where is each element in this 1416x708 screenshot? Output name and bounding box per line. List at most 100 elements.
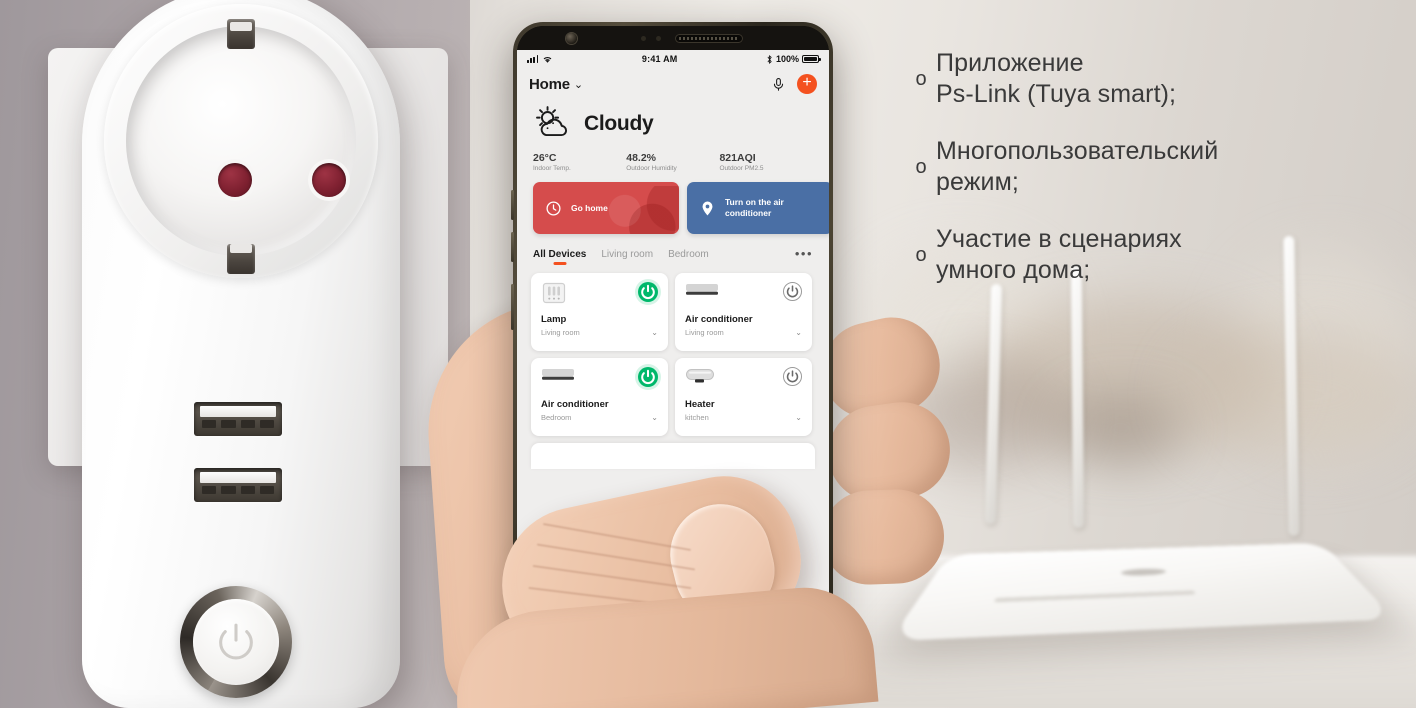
device-grid: Lamp Living room ⌄ Air conditioner Livin… (531, 273, 815, 436)
status-bar: 9:41 AM 100% (517, 50, 829, 68)
bullet-marker: o (915, 156, 927, 178)
device-card-air-conditioner-living-room[interactable]: Air conditioner Living room ⌄ (675, 273, 812, 351)
weather-stat-caption: Outdoor PM2.5 (719, 165, 764, 172)
earth-contact-clip (227, 244, 255, 274)
chevron-down-icon[interactable]: ⌄ (795, 328, 802, 337)
usb-port-contacts (202, 420, 274, 428)
device-power-toggle-on[interactable] (638, 367, 658, 387)
home-selector-label[interactable]: Home (529, 76, 570, 93)
phone-volume-up-button[interactable] (511, 190, 514, 220)
heater-icon (685, 367, 715, 387)
add-device-button[interactable]: + (797, 74, 817, 94)
router-vent-slot (993, 590, 1196, 603)
phone-power-button[interactable] (511, 284, 514, 330)
tab-bedroom[interactable]: Bedroom (668, 249, 709, 265)
nav-item-home[interactable]: Home (518, 601, 621, 628)
weather-stat: 26°C Indoor Temp. (533, 152, 626, 172)
microphone-icon[interactable] (771, 77, 786, 92)
weather-stat-caption: Indoor Temp. (533, 165, 571, 172)
device-name: Lamp (541, 314, 567, 325)
socket-pin-hole (312, 163, 346, 197)
device-power-toggle-on[interactable] (638, 282, 658, 302)
power-icon (641, 369, 655, 385)
device-card-lamp[interactable]: Lamp Living room ⌄ (531, 273, 668, 351)
bullet-marker: o (915, 68, 927, 90)
tab-living-room[interactable]: Living room (601, 249, 653, 265)
weather-condition-label: Cloudy (584, 112, 654, 135)
bullet-item: o Участие в сценариях умного дома; (906, 224, 1376, 286)
bullet-item: o Многопользовательский режим; (906, 136, 1376, 198)
proximity-sensor-icon (641, 36, 646, 41)
plug-power-button[interactable] (180, 586, 292, 698)
device-card-footer: Bedroom ⌄ (541, 413, 658, 422)
chevron-down-icon[interactable]: ⌄ (574, 78, 583, 91)
front-camera-icon (566, 33, 577, 44)
smart-icon (666, 601, 679, 617)
device-room: Living room (685, 328, 724, 337)
ac-icon (541, 367, 575, 385)
scene-card-label: Turn on the air conditioner (725, 197, 784, 218)
phone-screen: 9:41 AM 100% Home ⌄ + Cloudy 26°C Indoor… (517, 50, 829, 634)
tab-all-devices[interactable]: All Devices (533, 249, 586, 265)
lg-logo-ring-icon (653, 648, 669, 664)
chevron-down-icon[interactable]: ⌄ (795, 413, 802, 422)
device-room: Living room (541, 328, 580, 337)
device-room: kitchen (685, 413, 709, 422)
status-bar-time: 9:41 AM (641, 54, 678, 64)
phone-volume-down-button[interactable] (511, 232, 514, 262)
device-name: Heater (685, 399, 715, 410)
device-tab-bar: All Devices Living room Bedroom ••• (517, 234, 829, 267)
device-card-heater[interactable]: Heater kitchen ⌄ (675, 358, 812, 436)
smartphone: 9:41 AM 100% Home ⌄ + Cloudy 26°C Indoor… (511, 22, 833, 682)
tab-overflow-icon[interactable]: ••• (795, 246, 813, 267)
phone-brand-label: LG (671, 647, 693, 664)
device-power-toggle-off[interactable] (783, 282, 802, 301)
scene-shortcuts-row: Go home Turn on the air conditioner (517, 182, 829, 234)
weather-stat-value: 48.2% (626, 152, 657, 164)
weather-stat-value: 821AQI (719, 152, 756, 164)
usb-port (194, 402, 282, 436)
device-power-toggle-off[interactable] (783, 367, 802, 386)
scene-card-turn-on-ac[interactable]: Turn on the air conditioner (687, 182, 829, 234)
bullet-item: o Приложение Ps-Link (Tuya smart); (906, 48, 1376, 110)
device-name: Air conditioner (541, 399, 609, 410)
location-pin-icon (699, 200, 716, 217)
scene-card-go-home[interactable]: Go home (533, 182, 679, 234)
scene-card-label: Go home (571, 202, 608, 213)
earth-contact-clip (227, 19, 255, 49)
weather-stat: 48.2% Outdoor Humidity (626, 152, 719, 172)
nav-label: Me (772, 620, 782, 628)
power-icon (786, 370, 799, 383)
device-card-partial[interactable] (531, 443, 815, 469)
battery-icon (802, 54, 821, 64)
chevron-down-icon[interactable]: ⌄ (651, 413, 658, 422)
status-bar-left (527, 55, 553, 64)
device-room: Bedroom (541, 413, 572, 422)
weather-summary: Cloudy (517, 96, 829, 146)
nav-label: Home (560, 620, 578, 628)
device-card-footer: kitchen ⌄ (685, 413, 802, 422)
power-icon (786, 285, 799, 298)
usb-port-tongue (200, 472, 276, 483)
device-card-footer: Living room ⌄ (685, 328, 802, 337)
plug-power-button-face (193, 599, 279, 685)
weather-stat-caption: Outdoor Humidity (626, 165, 677, 172)
router-antenna (984, 283, 1003, 525)
bullet-text: Приложение Ps-Link (Tuya smart); (936, 49, 1177, 108)
phone-bottom-bezel: LG (517, 634, 829, 678)
power-icon (641, 284, 655, 300)
weather-stats-row: 26°C Indoor Temp. 48.2% Outdoor Humidity… (517, 146, 829, 182)
phone-brand-logo: LG (653, 647, 693, 665)
bullet-marker: o (915, 244, 927, 266)
nav-item-smart[interactable]: Smart (622, 601, 725, 628)
socket-pin-hole (218, 163, 252, 197)
device-card-air-conditioner-bedroom[interactable]: Air conditioner Bedroom ⌄ (531, 358, 668, 436)
clock-icon (545, 200, 562, 217)
nav-item-me[interactable]: Me (726, 601, 829, 628)
status-bar-right: 100% (766, 54, 821, 65)
device-card-top (685, 282, 802, 308)
battery-percent-label: 100% (775, 54, 799, 64)
finger (820, 487, 946, 587)
chevron-down-icon[interactable]: ⌄ (651, 328, 658, 337)
device-card-top (541, 282, 658, 308)
